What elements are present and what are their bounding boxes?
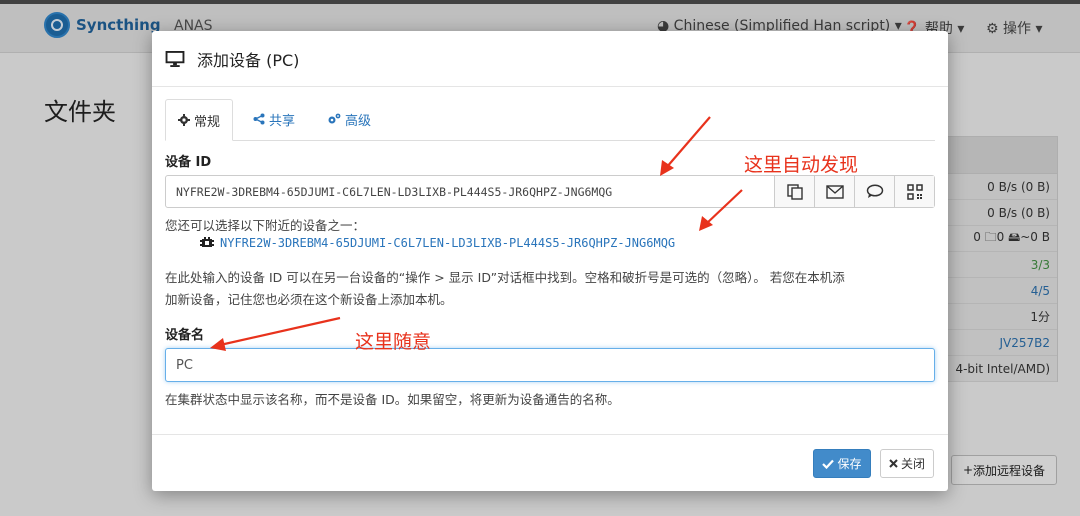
nearby-device-item[interactable]: NYFRE2W-3DREBM4-65DJUMI-C6L7LEN-LD3LIXB-… bbox=[200, 236, 675, 250]
qrcode-icon bbox=[906, 183, 923, 200]
device-id-input[interactable] bbox=[166, 176, 774, 207]
save-button[interactable]: 保存 bbox=[813, 449, 871, 478]
email-button[interactable] bbox=[814, 176, 854, 207]
save-label: 保存 bbox=[837, 457, 862, 471]
message-button[interactable] bbox=[854, 176, 894, 207]
dialog-footer: 保存 关闭 bbox=[152, 434, 948, 492]
device-name-help: 在集群状态中显示该名称，而不是设备 ID。如果留空，将更新为设备通告的名称。 bbox=[165, 392, 620, 407]
close-label: 关闭 bbox=[900, 457, 925, 471]
copy-button[interactable] bbox=[774, 176, 814, 207]
dialog-title: 添加设备 (PC) bbox=[197, 50, 300, 70]
dialog-tabs: 常规 共享 高级 bbox=[165, 99, 935, 141]
check-icon bbox=[822, 459, 835, 469]
cogs-icon bbox=[328, 113, 341, 124]
annotation-any-name: 这里随意 bbox=[355, 331, 432, 353]
tab-share[interactable]: 共享 bbox=[241, 99, 307, 139]
tab-general-label: 常规 bbox=[194, 114, 221, 130]
device-icon bbox=[200, 237, 214, 247]
envelope-icon bbox=[825, 184, 844, 199]
qrcode-button[interactable] bbox=[894, 176, 934, 207]
copy-icon bbox=[786, 183, 803, 200]
monitor-icon bbox=[165, 50, 185, 67]
tab-advanced-label: 高级 bbox=[345, 113, 372, 129]
cog-icon bbox=[178, 114, 190, 126]
tab-general[interactable]: 常规 bbox=[165, 99, 234, 141]
device-id-help-line-1: 在此处输入的设备 ID 可以在另一台设备的“操作 > 显示 ID”对话框中找到。… bbox=[165, 270, 845, 285]
tab-share-label: 共享 bbox=[269, 113, 296, 129]
annotation-auto-discover: 这里自动发现 bbox=[744, 154, 859, 176]
nearby-device-link[interactable]: NYFRE2W-3DREBM4-65DJUMI-C6L7LEN-LD3LIXB-… bbox=[220, 236, 675, 250]
close-button[interactable]: 关闭 bbox=[880, 449, 934, 478]
times-icon bbox=[889, 459, 898, 468]
device-id-help-line-2: 加新设备，记住您也必须在这个新设备上添加本机。 bbox=[165, 292, 453, 307]
comment-icon bbox=[866, 184, 883, 198]
tab-advanced[interactable]: 高级 bbox=[315, 99, 383, 139]
device-name-label: 设备名 bbox=[165, 328, 205, 343]
dialog-header: 添加设备 (PC) bbox=[152, 31, 948, 87]
device-id-label: 设备 ID bbox=[165, 155, 212, 170]
device-name-input[interactable] bbox=[165, 348, 935, 382]
add-device-dialog: 添加设备 (PC) 常规 共享 高级 设备 ID NYFRE2W-3DREBM4… bbox=[152, 31, 948, 491]
device-id-help: 在此处输入的设备 ID 可以在另一台设备的“操作 > 显示 ID”对话框中找到。… bbox=[165, 267, 935, 311]
share-icon bbox=[253, 113, 265, 125]
nearby-hint: 您还可以选择以下附近的设备之一： bbox=[165, 218, 366, 233]
device-id-input-group bbox=[165, 175, 935, 208]
